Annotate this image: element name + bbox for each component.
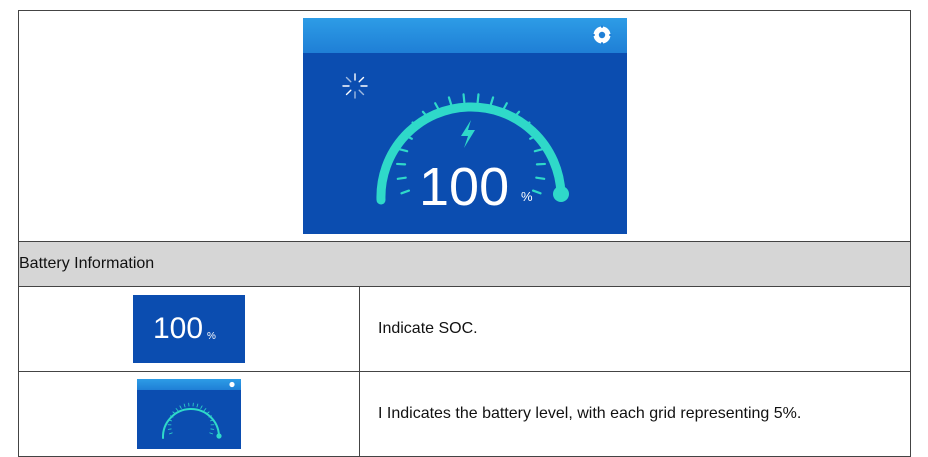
gauge-graphic: 100 %: [303, 18, 627, 234]
soc-value: 100: [419, 157, 509, 217]
screen-cell: 100 %: [19, 11, 911, 242]
section-header-row: Battery Information: [19, 242, 911, 287]
soc-unit: %: [521, 189, 533, 204]
gauge-tick: [534, 149, 542, 151]
gauge-tick: [397, 178, 405, 179]
mini-gauge-arc: [163, 409, 219, 438]
table-row: 100 % Indicate SOC.: [19, 287, 911, 372]
gauge-tick: [201, 406, 202, 409]
gauge-tick: [448, 97, 450, 105]
gauge-tick: [210, 433, 213, 434]
device-screen: 100 %: [303, 18, 627, 234]
mini-gauge-graphic: [137, 379, 241, 449]
mini-gear-icon: [229, 382, 234, 387]
gauge-icon-cell: [19, 372, 360, 457]
gauge-tick: [533, 191, 541, 194]
soc-icon-cell: 100 %: [19, 287, 360, 372]
gauge-tick: [176, 409, 178, 411]
gauge-tick: [180, 406, 181, 409]
gauge-tick: [197, 404, 198, 407]
mini-gauge-end-dot: [216, 433, 221, 438]
gauge-tick: [204, 409, 206, 411]
table-row: I Indicates the battery level, with each…: [19, 372, 911, 457]
soc-description: Indicate SOC.: [360, 287, 911, 372]
gauge-tick: [399, 149, 407, 151]
gauge-tick: [490, 97, 492, 105]
gauge-tick: [463, 94, 464, 102]
lightning-icon: [461, 120, 475, 148]
document-table: 100 % Battery Information 100 % Indicate…: [18, 10, 911, 457]
gauge-end-dot: [553, 186, 569, 202]
section-header: Battery Information: [19, 242, 911, 287]
gauge-tick: [169, 433, 172, 434]
gauge-tick: [536, 178, 544, 179]
gauge-tick: [477, 94, 478, 102]
gauge-tick: [184, 404, 185, 407]
battery-gauge-icon: [137, 379, 241, 449]
loading-spinner-icon: [343, 74, 367, 98]
gauge-tick: [401, 191, 409, 194]
soc-icon-unit: %: [207, 331, 216, 342]
mini-gauge-ticks: [168, 403, 214, 434]
gauge-description: I Indicates the battery level, with each…: [360, 372, 911, 457]
soc-display-icon: 100 %: [133, 295, 245, 363]
screen-row: 100 %: [19, 11, 911, 242]
soc-icon-value: 100: [153, 312, 203, 346]
gear-icon[interactable]: [592, 26, 611, 45]
